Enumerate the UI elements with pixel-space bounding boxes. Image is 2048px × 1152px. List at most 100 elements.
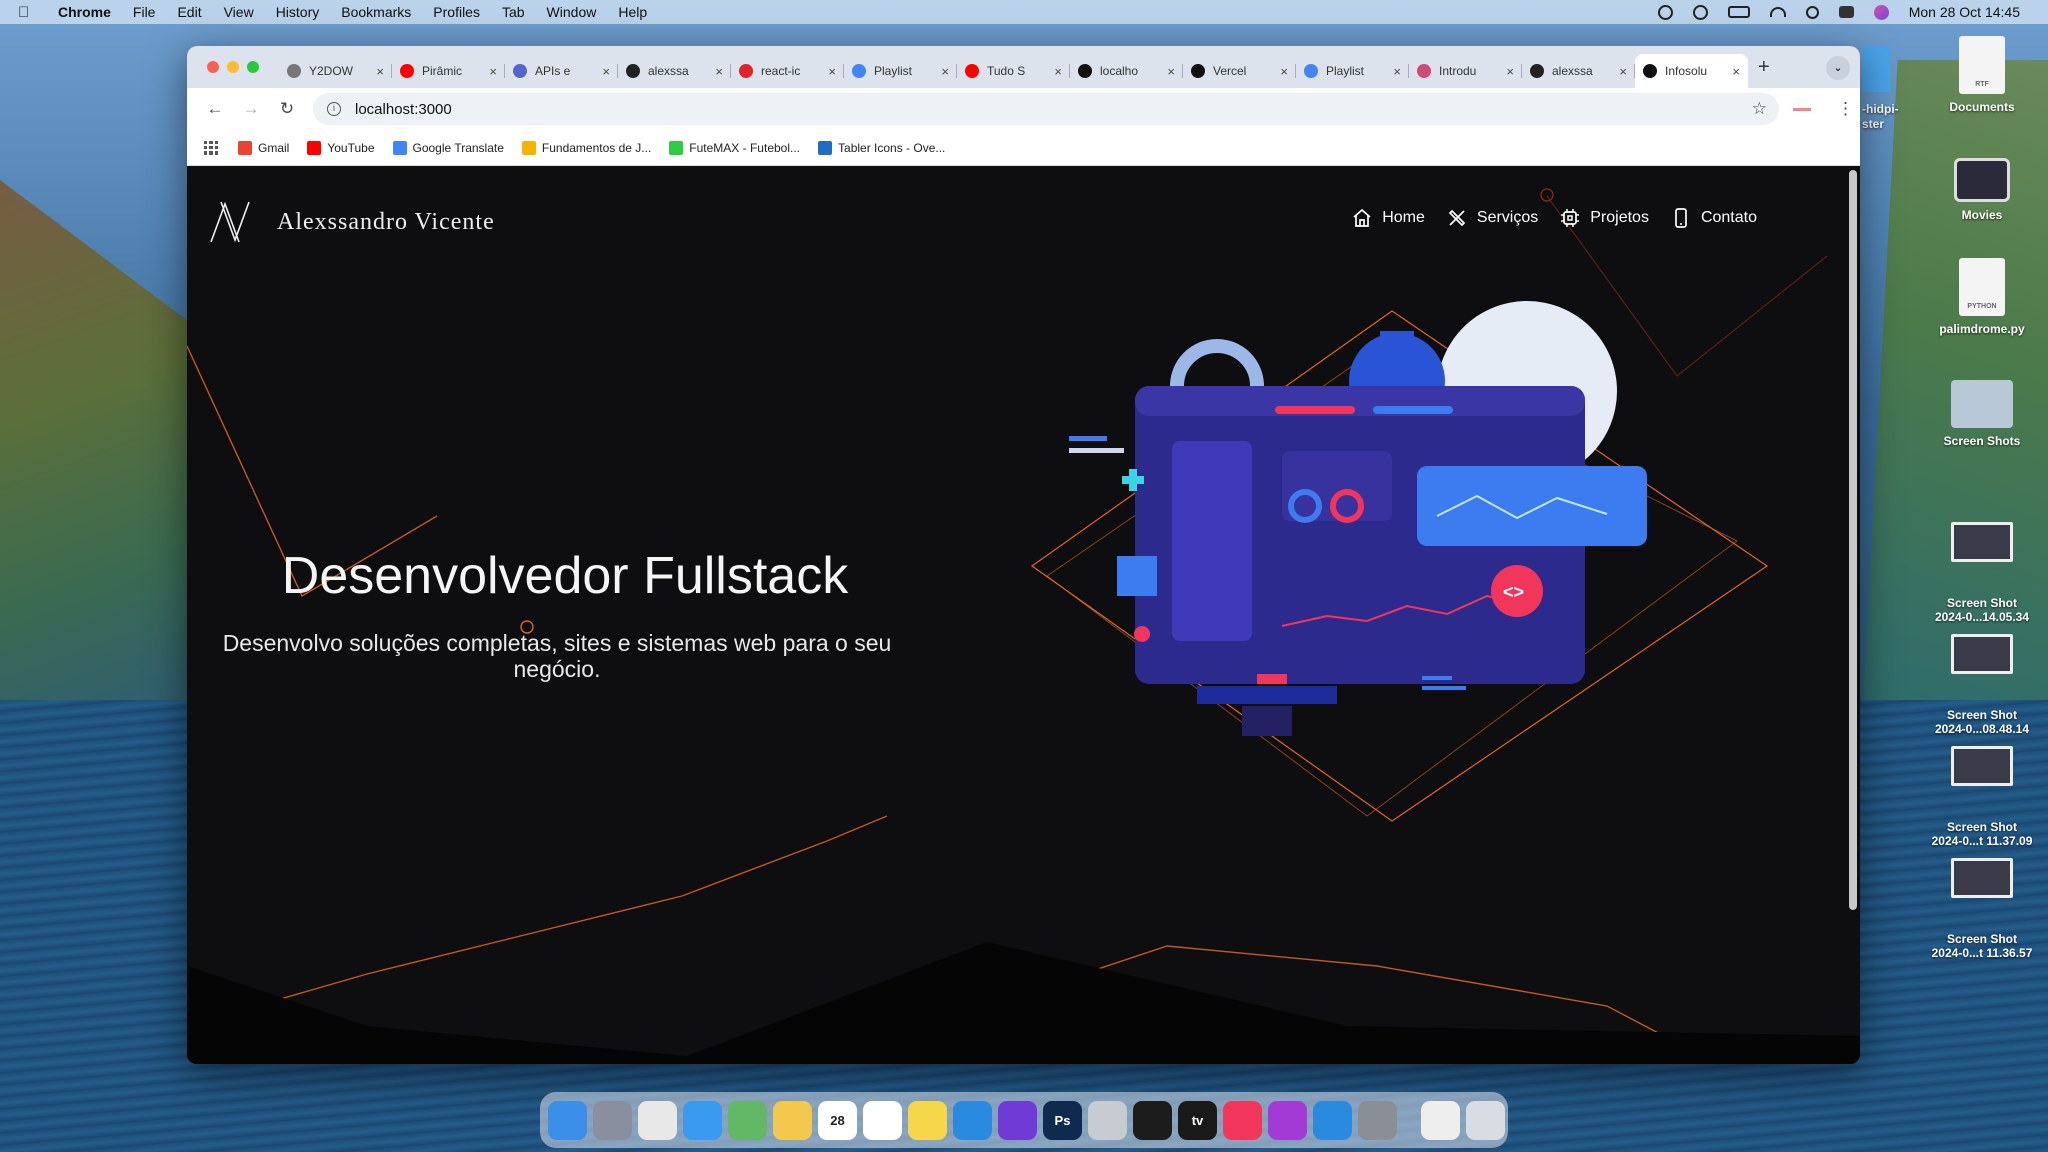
browser-tab[interactable]: alexssa × <box>1522 54 1635 88</box>
vpn-icon[interactable] <box>1692 4 1708 20</box>
dock-app-launchpad-icon[interactable] <box>593 1100 632 1140</box>
browser-tab[interactable]: Playlist × <box>1296 54 1409 88</box>
tab-search-chevron-icon[interactable]: ⌄ <box>1826 56 1850 80</box>
site-info-icon[interactable]: i <box>327 102 341 116</box>
dock-app-notion-icon[interactable] <box>998 1100 1037 1140</box>
close-tab-icon[interactable]: × <box>1393 64 1401 79</box>
dock-app-documents-stack-icon[interactable] <box>1421 1100 1460 1140</box>
browser-tab[interactable]: react-ic × <box>731 54 844 88</box>
dock-app-app-store-icon[interactable] <box>1313 1100 1352 1140</box>
browser-tab[interactable]: alexssa × <box>618 54 731 88</box>
close-tab-icon[interactable]: × <box>1619 64 1627 79</box>
apps-grid-icon[interactable] <box>204 140 218 155</box>
menu-app-name[interactable]: Chrome <box>58 4 111 20</box>
bookmark-star-icon[interactable]: ☆ <box>1752 99 1767 119</box>
browser-tab[interactable]: Introdu × <box>1409 54 1522 88</box>
dock-app-photos-icon[interactable] <box>773 1100 812 1140</box>
wifi-icon[interactable] <box>1769 7 1786 17</box>
site-logo[interactable]: Alexssandro Vicente <box>207 198 495 246</box>
menu-edit[interactable]: Edit <box>177 4 201 20</box>
dock-app-photoshop-icon[interactable]: Ps <box>1043 1100 1082 1140</box>
dock-app-podcasts-icon[interactable] <box>1268 1100 1307 1140</box>
page-scrollbar[interactable] <box>1849 170 1857 910</box>
close-tab-icon[interactable]: × <box>715 64 723 79</box>
menu-profiles[interactable]: Profiles <box>433 4 480 20</box>
desktop-icon-screen-shots-folder[interactable]: Screen Shots <box>1920 380 2044 448</box>
dock-app-finder-icon[interactable] <box>548 1100 587 1140</box>
menu-window[interactable]: Window <box>547 4 597 20</box>
dock-app-vs-code-icon[interactable] <box>953 1100 992 1140</box>
browser-tab[interactable]: localho × <box>1070 54 1183 88</box>
bookmark-item[interactable]: Tabler Icons - Ove... <box>818 140 945 155</box>
close-tab-icon[interactable]: × <box>489 64 497 79</box>
desktop-icon-movies[interactable]: Movies <box>1920 158 2044 222</box>
extension-icon[interactable] <box>1793 107 1811 111</box>
dock-app-disk-utility-icon[interactable] <box>1088 1100 1127 1140</box>
close-tab-icon[interactable]: × <box>376 64 384 79</box>
menu-help[interactable]: Help <box>618 4 647 20</box>
browser-menu-icon[interactable]: ⋮ <box>1837 99 1854 119</box>
spotlight-search-icon[interactable] <box>1805 5 1819 19</box>
dock-app-maps-icon[interactable] <box>728 1100 767 1140</box>
bookmark-item[interactable]: Fundamentos de J... <box>521 140 651 155</box>
close-tab-icon[interactable]: × <box>828 64 836 79</box>
siri-icon[interactable] <box>1873 4 1889 20</box>
close-tab-icon[interactable]: × <box>1280 64 1288 79</box>
reload-icon[interactable]: ↻ <box>269 99 305 119</box>
desktop-folder-partial[interactable] <box>1862 46 1890 92</box>
dock-app-mail-icon[interactable] <box>683 1100 722 1140</box>
apple-menu-icon[interactable]:  <box>18 4 44 21</box>
bookmark-item[interactable]: Google Translate <box>392 140 504 155</box>
menu-clock[interactable]: Mon 28 Oct 14:45 <box>1909 4 2020 20</box>
nav-servicos[interactable]: Serviços <box>1447 208 1538 228</box>
forward-arrow-icon[interactable]: → <box>233 99 269 119</box>
bookmark-item[interactable]: Gmail <box>238 140 289 155</box>
dock-app-notes-icon[interactable] <box>908 1100 947 1140</box>
url-text[interactable]: localhost:3000 <box>355 101 452 118</box>
close-tab-icon[interactable]: × <box>1506 64 1514 79</box>
bookmark-item[interactable]: FuteMAX - Futebol... <box>669 140 800 155</box>
minimize-window-button[interactable] <box>227 61 239 73</box>
nav-projetos[interactable]: Projetos <box>1560 208 1649 228</box>
close-window-button[interactable] <box>207 61 219 73</box>
menu-tab[interactable]: Tab <box>502 4 525 20</box>
close-tab-icon[interactable]: × <box>602 64 610 79</box>
menu-view[interactable]: View <box>224 4 254 20</box>
close-tab-icon[interactable]: × <box>1054 64 1062 79</box>
dock-app-chrome-icon[interactable] <box>638 1100 677 1140</box>
nav-contato[interactable]: Contato <box>1671 208 1757 228</box>
dock-app-calendar-icon[interactable]: 28 <box>818 1100 857 1140</box>
close-tab-icon[interactable]: × <box>1732 64 1740 79</box>
menu-file[interactable]: File <box>133 4 156 20</box>
time-machine-icon[interactable] <box>1657 4 1673 20</box>
browser-tab[interactable]: Pirâmic × <box>392 54 505 88</box>
nav-home[interactable]: Home <box>1352 208 1425 228</box>
menu-bookmarks[interactable]: Bookmarks <box>341 4 411 20</box>
desktop-icon-documents[interactable]: RTF Documents <box>1920 36 2044 114</box>
back-arrow-icon[interactable]: ← <box>197 99 233 119</box>
browser-tab[interactable]: APIs e × <box>505 54 618 88</box>
dock-app-tv-icon[interactable]: tv <box>1178 1100 1217 1140</box>
browser-tab[interactable]: Vercel × <box>1183 54 1296 88</box>
browser-tab[interactable]: Playlist × <box>844 54 957 88</box>
battery-icon[interactable] <box>1727 6 1750 18</box>
browser-tab[interactable]: Infosolu × <box>1635 54 1748 88</box>
dock-app-reminders-icon[interactable] <box>863 1100 902 1140</box>
menu-history[interactable]: History <box>276 4 320 20</box>
bookmark-item[interactable]: YouTube <box>307 140 375 155</box>
fullscreen-window-button[interactable] <box>247 61 259 73</box>
new-tab-button[interactable]: + <box>1758 56 1770 79</box>
control-center-icon[interactable] <box>1838 6 1854 18</box>
dock-app-vectorize-icon[interactable] <box>1133 1100 1172 1140</box>
browser-tab[interactable]: Y2DOW × <box>279 54 392 88</box>
browser-tab[interactable]: Tudo S × <box>957 54 1070 88</box>
dock-app-trash-icon[interactable] <box>1466 1100 1505 1140</box>
desktop-icon-screenshot-4[interactable]: Screen Shot 2024-0...t 11.36.57 <box>1920 830 2044 974</box>
dock-app-system-settings-icon[interactable] <box>1358 1100 1397 1140</box>
close-tab-icon[interactable]: × <box>1167 64 1175 79</box>
address-bar[interactable]: i localhost:3000 ☆ <box>313 93 1779 125</box>
desktop-icon-python-file[interactable]: PYTHON palimdrome.py <box>1920 258 2044 336</box>
tab-title: Vercel <box>1213 64 1247 78</box>
dock-app-music-icon[interactable] <box>1223 1100 1262 1140</box>
close-tab-icon[interactable]: × <box>941 64 949 79</box>
